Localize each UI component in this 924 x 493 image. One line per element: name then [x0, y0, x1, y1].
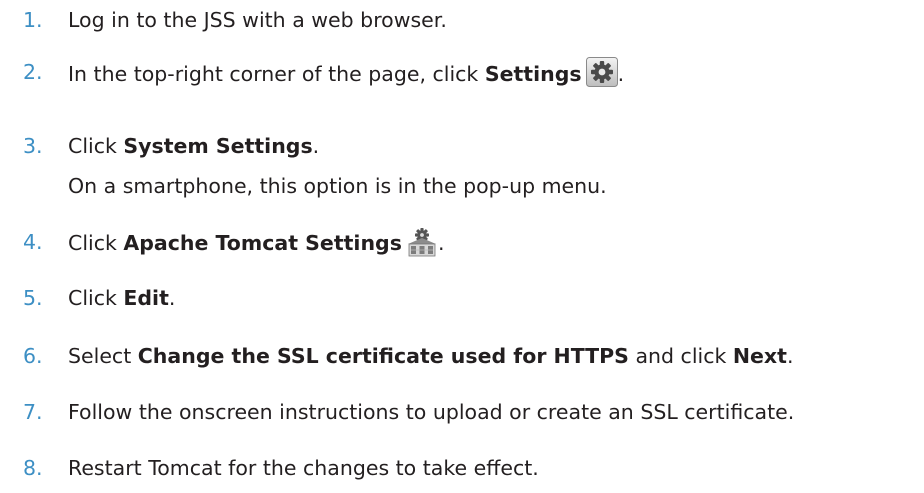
step-1: 1. Log in to the JSS with a web browser. — [0, 5, 924, 35]
step-number: 5. — [23, 286, 43, 310]
step-text: Click Apache Tomcat Settings . — [68, 227, 444, 258]
step-text-pre: Click — [68, 286, 124, 310]
step-bold-next: Next — [732, 344, 787, 368]
step-text-post: . — [786, 344, 794, 368]
step-text-mid: and click — [628, 344, 733, 368]
step-bold-settings: Settings — [484, 62, 582, 86]
step-text: In the top-right corner of the page, cli… — [68, 57, 624, 89]
step-text: Click System Settings. — [68, 131, 319, 161]
step-text: Select Change the SSL certificate used f… — [68, 341, 794, 371]
step-bold-edit: Edit — [123, 286, 169, 310]
step-number: 3. — [23, 134, 43, 158]
server-building-icon — [406, 227, 438, 257]
step-7: 7. Follow the onscreen instructions to u… — [0, 397, 924, 427]
step-text-post: . — [437, 231, 445, 255]
step-number: 8. — [23, 456, 43, 480]
step-number: 4. — [23, 230, 43, 254]
step-text: Log in to the JSS with a web browser. — [68, 8, 447, 32]
step-bold-tomcat: Apache Tomcat Settings — [123, 231, 402, 255]
instruction-steps: 1. Log in to the JSS with a web browser.… — [0, 0, 924, 493]
step-text-pre: In the top-right corner of the page, cli… — [68, 62, 485, 86]
gear-icon — [585, 57, 618, 87]
step-text: Click Edit. — [68, 283, 175, 313]
step-2: 2. In the top-right corner of the page, … — [0, 57, 924, 87]
step-text-pre: Select — [68, 344, 138, 368]
step-3-note: On a smartphone, this option is in the p… — [68, 174, 607, 198]
step-8: 8. Restart Tomcat for the changes to tak… — [0, 453, 924, 483]
step-6: 6. Select Change the SSL certificate use… — [0, 341, 924, 371]
step-5: 5. Click Edit. — [0, 283, 924, 313]
step-number: 1. — [23, 8, 43, 32]
step-bold-system-settings: System Settings — [123, 134, 313, 158]
step-text-post: . — [617, 62, 625, 86]
step-4: 4. Click Apache Tomcat Settings . — [0, 227, 924, 257]
step-text-pre: Click — [68, 231, 124, 255]
step-text-post: . — [312, 134, 320, 158]
step-text-post: . — [168, 286, 176, 310]
step-text-pre: Click — [68, 134, 124, 158]
step-number: 6. — [23, 344, 43, 368]
step-text: Follow the onscreen instructions to uplo… — [68, 400, 795, 424]
step-bold-change-ssl: Change the SSL certificate used for HTTP… — [137, 344, 629, 368]
step-text: Restart Tomcat for the changes to take e… — [68, 456, 539, 480]
step-number: 7. — [23, 400, 43, 424]
step-number: 2. — [23, 60, 43, 84]
step-3: 3. Click System Settings. — [0, 131, 924, 161]
